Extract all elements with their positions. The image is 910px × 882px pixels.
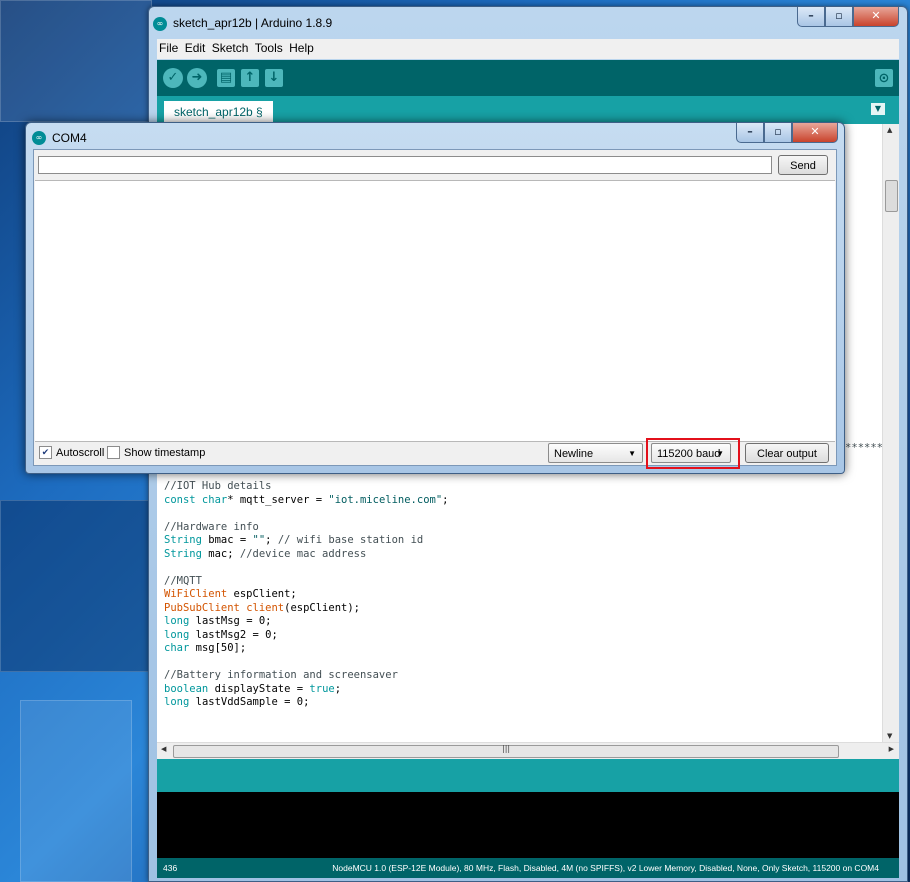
maximize-button[interactable]: ▫ [764, 123, 792, 143]
minimize-icon: – [808, 9, 814, 22]
open-button[interactable]: ↑ [241, 69, 259, 87]
new-button[interactable]: ▤ [217, 69, 235, 87]
serial-output[interactable] [35, 180, 835, 442]
baud-rate-select[interactable]: 115200 baud ▼ [651, 443, 731, 463]
maximize-button[interactable]: ▫ [825, 7, 853, 27]
tab-menu-button[interactable]: ▼ [871, 103, 885, 115]
baud-rate-value: 115200 baud [657, 448, 721, 460]
minimize-button[interactable]: – [797, 7, 825, 27]
scroll-right-icon[interactable]: ▶ [889, 745, 894, 753]
line-ending-value: Newline [554, 448, 594, 460]
serial-monitor-title: COM4 [52, 131, 87, 145]
autoscroll-checkbox[interactable]: ✔ Autoscroll [39, 446, 104, 459]
new-icon: ▤ [219, 70, 233, 85]
scroll-left-icon[interactable]: ◀ [161, 745, 166, 753]
scroll-down-icon[interactable]: ▼ [887, 732, 892, 740]
verify-icon: ✓ [167, 70, 179, 85]
line-number: 436 [163, 863, 178, 873]
comment-stars: ******* [838, 442, 883, 454]
send-button[interactable]: Send [778, 155, 828, 175]
serial-monitor-icon: ⊙ [878, 71, 890, 86]
menu-edit[interactable]: Edit [183, 39, 207, 55]
grip-icon: ||| [502, 744, 511, 753]
timestamp-checkbox[interactable]: Show timestamp [107, 446, 205, 459]
serial-monitor-window: ∞ COM4 – ▫ ✕ Send ✔ Autoscroll Show time… [25, 122, 845, 474]
menu-help[interactable]: Help [287, 39, 315, 55]
autoscroll-label: Autoscroll [56, 446, 105, 459]
verify-button[interactable]: ✓ [163, 68, 183, 88]
minimize-button[interactable]: – [736, 123, 764, 143]
checkbox-unchecked-icon [107, 446, 120, 459]
horizontal-scrollbar[interactable]: ◀ ||| ▶ [157, 742, 899, 759]
serial-monitor-body: Send ✔ Autoscroll Show timestamp Newline… [33, 149, 837, 469]
dropdown-arrow-icon: ▼ [716, 449, 724, 458]
desktop-block [0, 0, 152, 122]
minimize-icon: – [747, 125, 753, 138]
close-icon: ✕ [810, 125, 820, 138]
code-line: //Battery information and screensaver [164, 669, 398, 681]
open-icon: ↑ [244, 70, 256, 85]
serial-monitor-button[interactable]: ⊙ [875, 69, 893, 87]
upload-button[interactable]: ➜ [187, 68, 207, 88]
title-bar[interactable]: ∞ sketch_apr12b | Arduino 1.8.9 – ▫ ✕ [149, 7, 907, 37]
board-info: NodeMCU 1.0 (ESP-12E Module), 80 MHz, Fl… [332, 863, 879, 873]
maximize-icon: ▫ [835, 9, 843, 22]
tab-bar: sketch_apr12b § ▼ [157, 96, 899, 124]
menu-sketch[interactable]: Sketch [210, 39, 250, 55]
clear-output-button[interactable]: Clear output [745, 443, 829, 463]
menu-tools[interactable]: Tools [253, 39, 284, 55]
menu-bar: File Edit Sketch Tools Help [157, 39, 899, 59]
upload-icon: ➜ [191, 70, 203, 85]
scroll-thumb[interactable] [885, 180, 898, 212]
desktop-block [0, 500, 152, 672]
code-line: //MQTT [164, 574, 202, 587]
close-button[interactable]: ✕ [853, 7, 899, 27]
tab-menu-icon: ▼ [874, 104, 882, 113]
code-line: //IOT Hub details [164, 480, 272, 492]
scroll-up-icon[interactable]: ▲ [887, 126, 892, 134]
toolbar: ✓ ➜ ▤ ↑ ↓ ⊙ [157, 60, 899, 96]
timestamp-label: Show timestamp [124, 446, 206, 459]
status-bar [157, 759, 899, 792]
tab-sketch[interactable]: sketch_apr12b § [164, 101, 273, 124]
arduino-logo-icon: ∞ [32, 131, 46, 145]
code-text: //IOT Hub details const char* mqtt_serve… [164, 480, 449, 708]
desktop-block [20, 700, 132, 882]
board-status-bar: 436 NodeMCU 1.0 (ESP-12E Module), 80 MHz… [157, 858, 899, 878]
code-line: //Hardware info [164, 520, 259, 533]
close-button[interactable]: ✕ [792, 123, 838, 143]
save-icon: ↓ [268, 70, 280, 85]
menu-file[interactable]: File [157, 39, 179, 55]
console-output[interactable] [157, 792, 899, 858]
serial-input[interactable] [38, 156, 772, 174]
arduino-logo-icon: ∞ [153, 17, 167, 31]
close-icon: ✕ [871, 9, 881, 22]
vertical-scrollbar[interactable]: ▲ ▼ [882, 124, 899, 742]
maximize-icon: ▫ [774, 125, 782, 138]
checkbox-checked-icon: ✔ [39, 446, 52, 459]
line-ending-select[interactable]: Newline ▼ [548, 443, 643, 463]
window-title: sketch_apr12b | Arduino 1.8.9 [173, 16, 333, 30]
dropdown-arrow-icon: ▼ [628, 449, 636, 458]
save-button[interactable]: ↓ [265, 69, 283, 87]
